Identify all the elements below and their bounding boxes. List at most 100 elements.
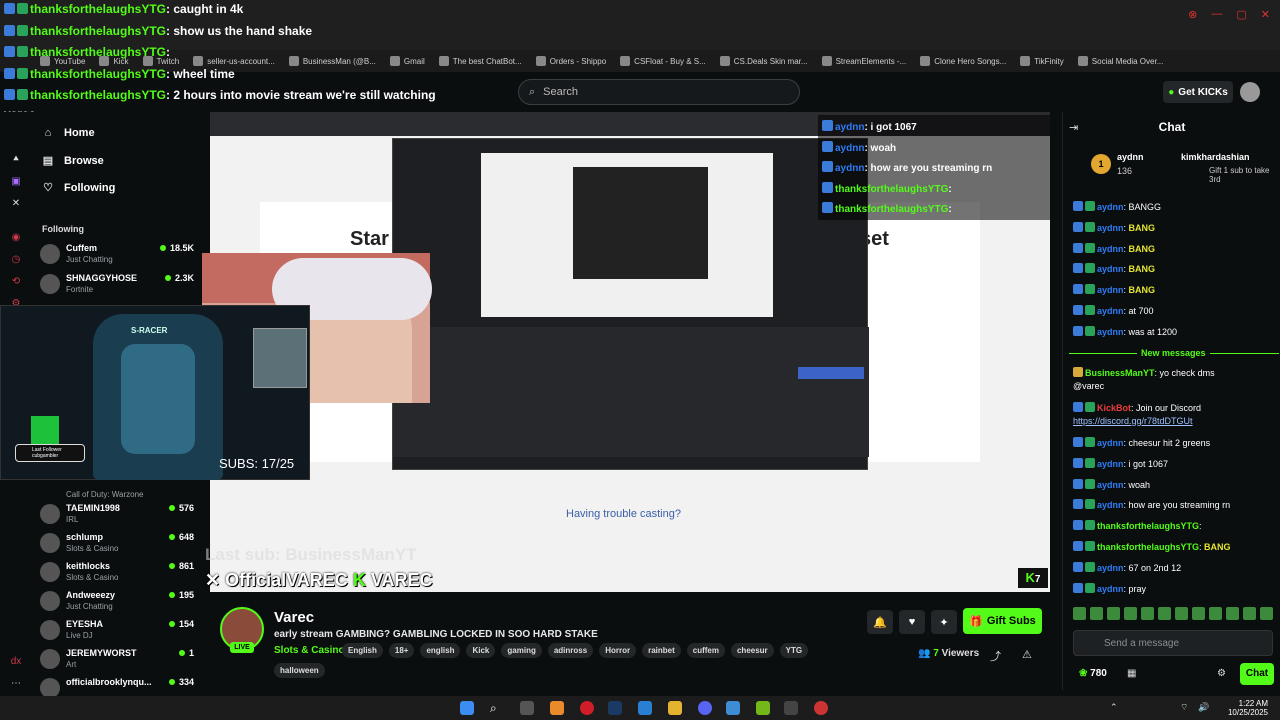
gift-subs-button[interactable]: 🎁 Gift Subs: [963, 608, 1042, 634]
chat-input[interactable]: Send a message: [1073, 630, 1273, 656]
stream-tag[interactable]: rainbet: [642, 643, 681, 658]
overlay-chat-line: thanksforthelaughsYTG:: [4, 45, 170, 59]
stream-category[interactable]: Slots & Casino: [274, 645, 345, 656]
stream-tag[interactable]: cuffem: [686, 643, 725, 658]
twitch-icon[interactable]: ▣: [10, 176, 22, 188]
report-icon[interactable]: ⚠: [1022, 648, 1032, 661]
tray-chevron-icon[interactable]: ⌃: [1110, 702, 1118, 713]
channel-points[interactable]: ❀ 780: [1079, 668, 1107, 679]
nav-following[interactable]: ♡ Following: [42, 181, 115, 195]
stream-tag[interactable]: halloween: [274, 663, 325, 678]
discord-icon[interactable]: [698, 701, 712, 715]
opera-icon[interactable]: [580, 701, 594, 715]
video-chat-line: thanksforthelaughsYTG:: [822, 181, 952, 195]
bookmark-item[interactable]: Clone Hero Songs...: [920, 56, 1006, 66]
taskbar-clock[interactable]: 1:22 AM 10/25/2025: [1228, 699, 1268, 717]
app-icon-2[interactable]: [784, 701, 798, 715]
close-window-icon[interactable]: ✕: [1261, 8, 1270, 21]
bookmark-item[interactable]: StreamElements -...: [821, 56, 906, 66]
bookmark-item[interactable]: The best ChatBot...: [438, 56, 522, 66]
badge-icon: [1085, 437, 1095, 447]
stream-tag[interactable]: English: [342, 643, 383, 658]
minimize-icon[interactable]: —: [1211, 8, 1222, 21]
live-badge: LIVE: [230, 642, 254, 653]
sidebar-channel[interactable]: TAEMIN1998 IRL 576: [40, 502, 200, 530]
volume-icon[interactable]: 🔊: [1198, 702, 1209, 713]
nvidia-icon[interactable]: [756, 701, 770, 715]
sidebar-channel[interactable]: keithlocks Slots & Casino 861: [40, 560, 200, 588]
sidebar-channel[interactable]: JEREMYWORST Art 1: [40, 647, 200, 675]
send-chat-button[interactable]: Chat: [1240, 663, 1274, 685]
sidebar-channel[interactable]: EYESHA Live DJ 154: [40, 618, 200, 646]
bookmark-item[interactable]: CSFloat - Buy & S...: [620, 56, 706, 66]
kick-icon[interactable]: ⯅: [10, 154, 22, 166]
stream-tag[interactable]: Horror: [599, 643, 637, 658]
stream-tag[interactable]: adinross: [547, 643, 594, 658]
bookmark-item[interactable]: CS.Deals Skin mar...: [719, 56, 808, 66]
sidebar-channel[interactable]: Call of Duty: Warzone: [40, 477, 200, 505]
following-header: Following: [42, 224, 84, 234]
more-icon[interactable]: ⋯: [10, 678, 22, 690]
live-dot-icon: [168, 679, 175, 685]
stream-tag[interactable]: gaming: [501, 643, 542, 658]
get-kicks-button[interactable]: ● Get KICKs: [1163, 81, 1233, 103]
obs-icon[interactable]: [814, 701, 828, 715]
bookmark-favicon-icon: [535, 56, 546, 66]
badge-icon: [1073, 541, 1083, 551]
sidebar-channel[interactable]: Andweeezy Just Chatting 195: [40, 589, 200, 617]
taskbar-search-icon[interactable]: ⌕: [490, 701, 504, 715]
streamer-name[interactable]: Varec: [274, 609, 314, 626]
stream-tag[interactable]: cheesur: [730, 643, 774, 658]
copilot-icon[interactable]: [550, 701, 564, 715]
gift-box-icon[interactable]: ▦: [1127, 668, 1136, 679]
chat-settings-icon[interactable]: ⚙: [1217, 668, 1226, 679]
task-view-icon[interactable]: [520, 701, 534, 715]
obs-docks: [393, 327, 869, 457]
badge-icon: [4, 3, 15, 14]
window-controls: ⊗ — ▢ ✕: [1188, 8, 1270, 21]
maximize-icon[interactable]: ▢: [1236, 8, 1246, 21]
chat-message: aydnn: 67 on 2nd 12: [1073, 561, 1278, 573]
record-icon[interactable]: ◉: [10, 232, 22, 244]
emote-bar[interactable]: [1073, 607, 1273, 620]
nav-home[interactable]: ⌂ Home: [42, 127, 95, 139]
gift-leaderboard[interactable]: 1 aydnn kimkhardashian 136 Gift 1 sub to…: [1091, 150, 1279, 184]
badge-icon: [1073, 561, 1083, 572]
clock-icon[interactable]: ◷: [10, 254, 22, 266]
chat-panel: ⇥ Chat 1 aydnn kimkhardashian 136 Gift 1…: [1062, 112, 1280, 690]
x-icon[interactable]: ✕: [10, 198, 22, 210]
home-icon: ⌂: [44, 127, 52, 139]
vscode-icon[interactable]: [638, 701, 652, 715]
new-messages-divider[interactable]: New messages: [1069, 348, 1279, 358]
bookmark-item[interactable]: TikFinity: [1020, 56, 1064, 66]
stream-tag[interactable]: english: [420, 643, 461, 658]
bookmark-item[interactable]: Orders - Shippo: [535, 56, 606, 66]
bookmark-item[interactable]: Social Media Over...: [1077, 56, 1163, 66]
sidebar-channel[interactable]: Cuffem Just Chatting 18.5K: [40, 242, 200, 270]
start-icon[interactable]: [460, 701, 474, 715]
overlay-chat-line: thanksforthelaughsYTG: show us the hand …: [4, 24, 312, 38]
sidebar-channel[interactable]: schlump Slots & Casino 648: [40, 531, 200, 559]
profile-avatar[interactable]: [1240, 82, 1260, 102]
nav-browse[interactable]: ▤ Browse: [42, 154, 104, 168]
dx-icon[interactable]: dx: [10, 656, 22, 668]
search-input[interactable]: ⌕ Search: [518, 79, 800, 105]
steam-icon[interactable]: [608, 701, 622, 715]
wifi-icon[interactable]: ⌔: [1180, 702, 1188, 713]
stream-tag[interactable]: YTG: [779, 643, 809, 658]
notification-bell-icon[interactable]: 🔔: [867, 610, 893, 634]
close-tab-icon[interactable]: ⊗: [1188, 8, 1197, 21]
kick-viewer-overlay: K7: [1018, 568, 1048, 588]
history-icon[interactable]: ⟲: [10, 276, 22, 288]
follow-heart-icon[interactable]: ♥: [899, 610, 925, 634]
chat-message: aydnn: BANG: [1073, 263, 1278, 274]
sidebar-channel[interactable]: SHNAGGYHOSE Fortnite 2.3K: [40, 272, 200, 300]
badge-icon: [17, 89, 28, 100]
app-icon[interactable]: [726, 701, 740, 715]
discord-link[interactable]: https://discord.gg/r78tdDTGUt: [1073, 416, 1278, 426]
file-explorer-icon[interactable]: [668, 701, 682, 715]
sparkle-icon[interactable]: ✦: [931, 610, 957, 634]
share-icon[interactable]: ⤴: [990, 648, 1001, 664]
stream-tag[interactable]: 18+: [388, 643, 415, 658]
stream-tag[interactable]: Kick: [466, 643, 496, 658]
